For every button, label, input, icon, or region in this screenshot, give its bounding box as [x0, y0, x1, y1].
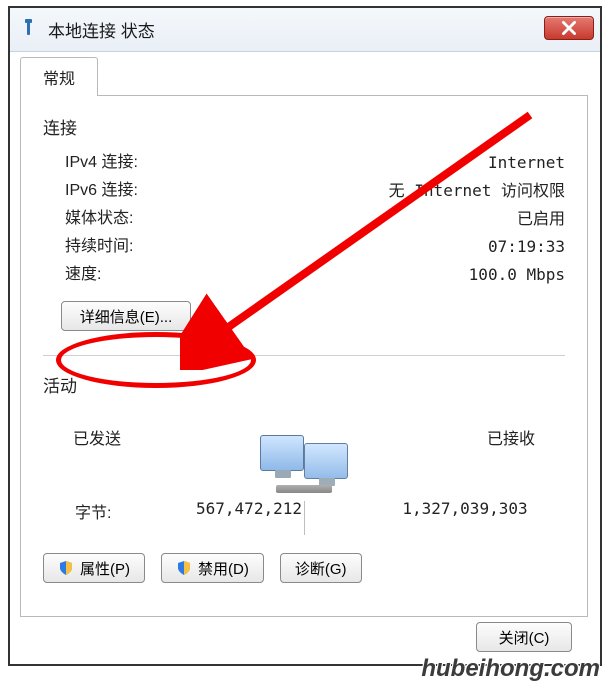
ipv4-value: Internet — [488, 149, 565, 177]
activity-heading: 活动 — [43, 372, 565, 397]
tab-general[interactable]: 常规 — [20, 57, 98, 96]
activity-computers-icon — [256, 433, 352, 495]
close-button[interactable]: 关闭(C) — [476, 622, 572, 652]
vertical-separator — [304, 501, 305, 535]
speed-value: 100.0 Mbps — [469, 261, 565, 289]
link-icon — [276, 485, 332, 493]
activity-area: 已发送 已接收 字节: 567,472,212 1,327,039,303 — [43, 407, 565, 583]
computer-icon — [260, 435, 304, 471]
ipv4-label: IPv4 连接: — [65, 149, 138, 177]
duration-label: 持续时间: — [65, 233, 133, 261]
window-close-button[interactable] — [544, 16, 594, 40]
network-adapter-icon — [20, 19, 38, 41]
media-value: 已启用 — [517, 205, 565, 233]
divider — [43, 355, 565, 356]
shield-icon — [58, 560, 74, 576]
row-ipv4: IPv4 连接: Internet — [43, 149, 565, 177]
speed-label: 速度: — [65, 261, 101, 289]
bytes-label: 字节: — [53, 499, 123, 523]
computer-icon — [304, 443, 348, 479]
window-title: 本地连接 状态 — [48, 17, 155, 42]
disable-button[interactable]: 禁用(D) — [161, 553, 264, 583]
action-buttons: 属性(P) 禁用(D) 诊断(G) — [43, 553, 565, 583]
row-duration: 持续时间: 07:19:33 — [43, 233, 565, 261]
media-label: 媒体状态: — [65, 205, 133, 233]
disable-label: 禁用(D) — [198, 558, 249, 579]
ipv6-value: 无 Internet 访问权限 — [389, 177, 565, 205]
shield-icon — [176, 560, 192, 576]
diagnose-label: 诊断(G) — [295, 558, 347, 579]
sent-label: 已发送 — [73, 425, 121, 449]
close-icon — [562, 21, 576, 35]
connection-heading: 连接 — [43, 114, 565, 139]
bytes-sent-value: 567,472,212 — [159, 499, 339, 523]
duration-value: 07:19:33 — [488, 233, 565, 261]
diagnose-button[interactable]: 诊断(G) — [280, 553, 362, 583]
row-media: 媒体状态: 已启用 — [43, 205, 565, 233]
row-ipv6: IPv6 连接: 无 Internet 访问权限 — [43, 177, 565, 205]
tab-header: 常规 — [20, 60, 590, 96]
received-label: 已接收 — [487, 425, 535, 449]
dialog-body: 常规 连接 IPv4 连接: Internet IPv6 连接: 无 Inter… — [20, 60, 590, 660]
properties-button[interactable]: 属性(P) — [43, 553, 145, 583]
tab-panel-general: 连接 IPv4 连接: Internet IPv6 连接: 无 Internet… — [20, 95, 588, 617]
properties-label: 属性(P) — [80, 558, 130, 579]
row-speed: 速度: 100.0 Mbps — [43, 261, 565, 289]
bytes-received-value: 1,327,039,303 — [375, 499, 555, 523]
details-button[interactable]: 详细信息(E)... — [61, 301, 191, 331]
dialog-window: 本地连接 状态 常规 连接 IPv4 连接: Internet IPv6 连接:… — [8, 6, 602, 666]
ipv6-label: IPv6 连接: — [65, 177, 138, 205]
titlebar: 本地连接 状态 — [10, 8, 600, 52]
